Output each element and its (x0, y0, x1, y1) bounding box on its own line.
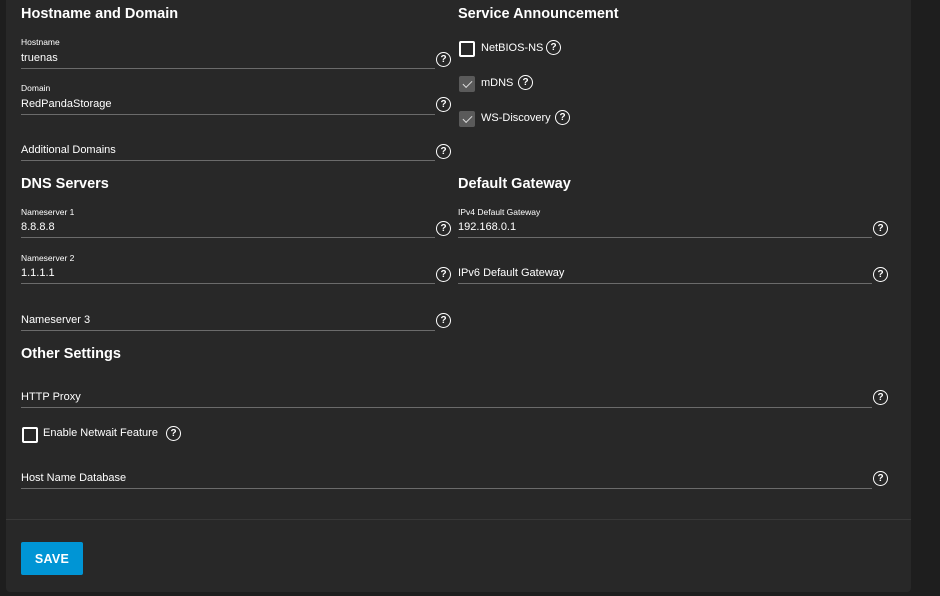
ws-discovery-checkbox[interactable] (459, 111, 475, 127)
network-settings-card: Hostname and Domain Hostname truenas ? D… (6, 0, 911, 592)
domain-underline (21, 114, 435, 115)
section-title-service-announcement: Service Announcement (458, 6, 619, 22)
hostname-help-icon[interactable]: ? (436, 52, 451, 67)
nameserver2-help-icon[interactable]: ? (436, 267, 451, 282)
save-button[interactable]: SAVE (21, 542, 83, 575)
actions-divider (6, 519, 911, 520)
nameserver2-input[interactable]: 1.1.1.1 (21, 267, 55, 279)
netwait-help-icon[interactable]: ? (166, 426, 181, 441)
mdns-checkbox[interactable] (459, 76, 475, 92)
nameserver1-label: Nameserver 1 (21, 207, 75, 217)
nameserver3-help-icon[interactable]: ? (436, 313, 451, 328)
host-name-database-help-icon[interactable]: ? (873, 471, 888, 486)
domain-label: Domain (21, 83, 51, 93)
additional-domains-input[interactable]: Additional Domains (21, 144, 116, 156)
ipv4-gateway-label: IPv4 Default Gateway (458, 207, 541, 217)
section-title-default-gateway: Default Gateway (458, 176, 571, 192)
domain-help-icon[interactable]: ? (436, 97, 451, 112)
netbios-ns-label: NetBIOS-NS (481, 42, 544, 54)
nameserver2-label: Nameserver 2 (21, 253, 75, 263)
nameserver3-underline (21, 330, 435, 331)
section-title-hostname-domain: Hostname and Domain (21, 6, 179, 22)
http-proxy-underline (21, 407, 872, 408)
additional-domains-help-icon[interactable]: ? (436, 144, 451, 159)
nameserver3-input[interactable]: Nameserver 3 (21, 314, 90, 326)
host-name-database-input[interactable]: Host Name Database (21, 472, 126, 484)
host-name-database-underline (21, 488, 872, 489)
nameserver1-help-icon[interactable]: ? (436, 221, 451, 236)
ipv6-gateway-input[interactable]: IPv6 Default Gateway (458, 267, 564, 279)
additional-domains-underline (21, 160, 435, 161)
nameserver1-underline (21, 237, 435, 238)
ws-discovery-label: WS-Discovery (481, 112, 551, 124)
domain-input[interactable]: RedPandaStorage (21, 98, 112, 110)
nameserver1-input[interactable]: 8.8.8.8 (21, 221, 55, 233)
ws-discovery-help-icon[interactable]: ? (555, 110, 570, 125)
ipv4-gateway-input[interactable]: 192.168.0.1 (458, 221, 516, 233)
netbios-ns-help-icon[interactable]: ? (546, 40, 561, 55)
netwait-checkbox[interactable] (22, 427, 38, 443)
ipv4-gateway-underline (458, 237, 872, 238)
mdns-label: mDNS (481, 77, 514, 89)
section-title-dns-servers: DNS Servers (21, 176, 109, 192)
http-proxy-help-icon[interactable]: ? (873, 390, 888, 405)
nameserver2-underline (21, 283, 435, 284)
netbios-ns-checkbox[interactable] (459, 41, 475, 57)
ipv6-gateway-underline (458, 283, 872, 284)
http-proxy-input[interactable]: HTTP Proxy (21, 391, 81, 403)
hostname-input[interactable]: truenas (21, 52, 58, 64)
mdns-help-icon[interactable]: ? (518, 75, 533, 90)
section-title-other-settings: Other Settings (21, 346, 121, 362)
ipv6-gateway-help-icon[interactable]: ? (873, 267, 888, 282)
ipv4-gateway-help-icon[interactable]: ? (873, 221, 888, 236)
netwait-label: Enable Netwait Feature (43, 427, 158, 439)
hostname-label: Hostname (21, 37, 60, 47)
hostname-underline (21, 68, 435, 69)
